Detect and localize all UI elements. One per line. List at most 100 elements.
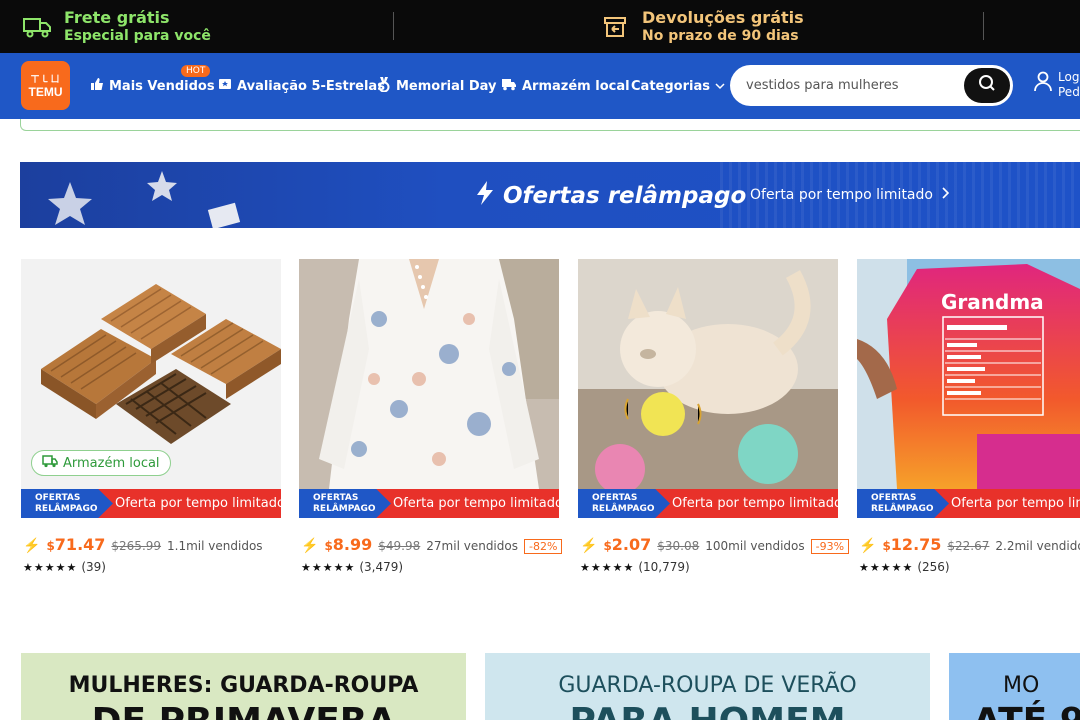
search-icon xyxy=(978,74,996,97)
category-tile-men[interactable]: GUARDA-ROUPA DE VERÃO PARA HOMEM xyxy=(485,653,930,720)
tile-line2: ATÉ 90 xyxy=(973,701,1080,720)
nav-item-label: Armazém local xyxy=(522,78,630,94)
shipping-title: Frete grátis xyxy=(64,8,170,27)
nav-best-sellers[interactable]: Mais Vendidos xyxy=(90,76,215,96)
lightning-icon: ⚡ xyxy=(580,537,598,553)
product-image[interactable] xyxy=(578,259,838,489)
nav-item-label: Avaliação 5-Estrelas xyxy=(237,78,385,94)
price-value: 71.47 xyxy=(54,535,106,554)
badge-line2: RELÂMPAGO xyxy=(871,503,934,514)
product-card[interactable]: Grandma OFERTAS RELÂMPAGO Oferta por tem… xyxy=(857,259,1080,589)
lightning-icon xyxy=(475,180,495,212)
star-rating: ★★★★★ xyxy=(859,561,914,574)
current-price: $8.99 xyxy=(324,535,372,554)
svg-text:Grandma: Grandma xyxy=(941,290,1044,314)
banner-subtitle-text: Oferta por tempo limitado xyxy=(750,187,933,203)
login-link[interactable]: Logi Ped xyxy=(1034,70,1080,100)
flash-deals-subtitle[interactable]: Oferta por tempo limitado xyxy=(750,187,950,203)
review-count: (39) xyxy=(81,560,106,574)
nav-item-label: Categorias xyxy=(631,78,710,94)
flash-deals-banner[interactable]: Ofertas relâmpago Oferta por tempo limit… xyxy=(20,162,1080,228)
star-rating: ★★★★★ xyxy=(23,561,78,574)
discount-badge: -93% xyxy=(810,539,850,554)
price-value: 12.75 xyxy=(890,535,942,554)
deal-text: Oferta por tempo limitado xyxy=(951,496,1080,511)
chevron-right-icon xyxy=(941,187,950,203)
rating-row: ★★★★★ (256) xyxy=(859,560,950,574)
badge-line1: OFERTAS xyxy=(313,492,359,503)
sold-count: 2.2mil vendidos xyxy=(995,539,1080,553)
nav-categories[interactable]: Categorias xyxy=(631,76,725,96)
rating-row: ★★★★★ (10,779) xyxy=(580,560,690,574)
lightning-icon: ⚡ xyxy=(301,537,319,553)
lightning-icon: ⚡ xyxy=(859,537,877,553)
product-image[interactable]: Armazém local xyxy=(21,259,281,489)
banner-title-text: Ofertas relâmpago xyxy=(503,183,747,209)
nav-five-star[interactable]: Avaliação 5-Estrelas xyxy=(218,76,385,96)
lightning-icon: ⚡ xyxy=(23,537,41,553)
star-review-icon xyxy=(218,77,232,95)
divider xyxy=(393,12,394,40)
current-price: $2.07 xyxy=(603,535,651,554)
tile-line1: MO xyxy=(1003,673,1040,698)
user-icon xyxy=(1034,70,1052,100)
search-button[interactable] xyxy=(964,68,1010,103)
thumbs-up-icon xyxy=(90,77,104,95)
tile-line1: MULHERES: GUARDA-ROUPA xyxy=(68,673,419,698)
tile-line2: PARA HOMEM xyxy=(485,701,930,720)
divider xyxy=(983,12,984,40)
flash-deals-title: Ofertas relâmpago xyxy=(475,180,746,212)
nav-item-label: Memorial Day xyxy=(396,78,497,94)
product-image[interactable] xyxy=(299,259,559,489)
currency-symbol: $ xyxy=(882,539,891,553)
search-input[interactable] xyxy=(746,75,966,95)
price-row: ⚡ $2.07 $30.08 100mil vendidos -93% xyxy=(580,535,850,554)
category-tile-women[interactable]: MULHERES: GUARDA-ROUPA DE PRIMAVERA xyxy=(21,653,466,720)
star-decoration-icon xyxy=(48,182,92,225)
review-count: (3,479) xyxy=(359,560,404,574)
flash-deal-badge: OFERTAS RELÂMPAGO xyxy=(857,489,949,518)
deal-text: Oferta por tempo limitado xyxy=(393,496,563,511)
login-line1: Logi xyxy=(1058,70,1080,84)
logo-text: TEMU xyxy=(28,84,63,99)
local-badge-label: Armazém local xyxy=(63,455,160,471)
flash-deal-strip: OFERTAS RELÂMPAGO Oferta por tempo limit… xyxy=(299,489,563,518)
product-image[interactable]: Grandma xyxy=(857,259,1080,489)
flash-deal-badge: OFERTAS RELÂMPAGO xyxy=(21,489,113,518)
price-row: ⚡ $8.99 $49.98 27mil vendidos -82% xyxy=(301,535,563,554)
logo-glyphs: ㄒ㇄ㄩ xyxy=(30,73,61,84)
temu-logo[interactable]: ㄒ㇄ㄩ TEMU xyxy=(21,61,70,110)
price-row: ⚡ $71.47 $265.99 1.1mil vendidos xyxy=(23,535,263,554)
price-value: 2.07 xyxy=(611,535,652,554)
free-shipping-promo[interactable]: Frete grátis Especial para você xyxy=(22,0,211,53)
price-row: ⚡ $12.75 $22.67 2.2mil vendidos xyxy=(859,535,1080,554)
sold-count: 1.1mil vendidos xyxy=(167,539,263,553)
local-warehouse-badge: Armazém local xyxy=(31,450,171,476)
original-price: $30.08 xyxy=(657,539,700,553)
product-card[interactable]: OFERTAS RELÂMPAGO Oferta por tempo limit… xyxy=(299,259,563,589)
nav-item-label: Mais Vendidos xyxy=(109,78,215,94)
nav-local-warehouse[interactable]: Armazém local xyxy=(501,76,630,96)
info-strip xyxy=(20,119,1080,131)
badge-line1: OFERTAS xyxy=(592,492,638,503)
flash-deal-badge: OFERTAS RELÂMPAGO xyxy=(578,489,670,518)
sold-count: 27mil vendidos xyxy=(426,539,518,553)
currency-symbol: $ xyxy=(603,539,612,553)
category-tile-more[interactable]: MO ATÉ 90 xyxy=(949,653,1080,720)
returns-title: Devoluções grátis xyxy=(642,8,804,27)
flash-deal-strip: OFERTAS RELÂMPAGO Oferta por tempo limit… xyxy=(21,489,285,518)
star-rating: ★★★★★ xyxy=(301,561,356,574)
login-line2: Ped xyxy=(1058,85,1080,99)
chevron-down-icon xyxy=(715,79,725,94)
free-returns-promo[interactable]: Devoluções grátis No prazo de 90 dias xyxy=(600,0,804,53)
nav-memorial-day[interactable]: Memorial Day xyxy=(377,76,497,96)
original-price: $49.98 xyxy=(378,539,421,553)
badge-line1: OFERTAS xyxy=(35,492,81,503)
flash-deal-strip: OFERTAS RELÂMPAGO Oferta por tempo limit… xyxy=(578,489,842,518)
star-rating: ★★★★★ xyxy=(580,561,635,574)
badge-line2: RELÂMPAGO xyxy=(313,503,376,514)
deal-text: Oferta por tempo limitado xyxy=(672,496,842,511)
badge-line2: RELÂMPAGO xyxy=(592,503,655,514)
product-card[interactable]: Armazém local OFERTAS RELÂMPAGO Oferta p… xyxy=(21,259,285,589)
product-card[interactable]: OFERTAS RELÂMPAGO Oferta por tempo limit… xyxy=(578,259,850,589)
